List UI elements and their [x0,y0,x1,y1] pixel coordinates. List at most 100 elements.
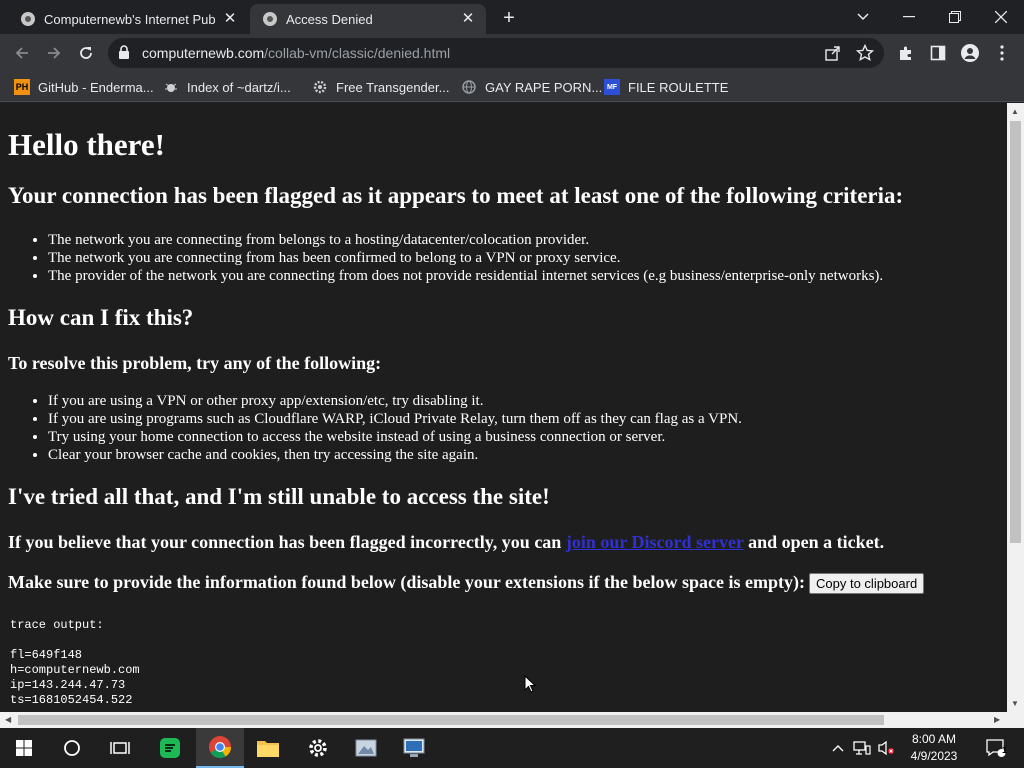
tab-computernewb[interactable]: Computernewb's Internet Pub ✕ [8,4,248,34]
bug-icon [163,79,179,95]
chrome-icon [209,736,231,758]
trace-line: fl=649f148 [10,648,83,662]
bookmark-star-icon[interactable] [856,44,874,62]
incorrect-after: and open a ticket. [743,532,885,552]
volume-button[interactable] [875,728,897,768]
lock-icon[interactable] [118,45,130,59]
gear-icon [312,79,328,95]
tab-strip: Computernewb's Internet Pub ✕ Access Den… [0,0,1024,34]
close-tab-icon[interactable]: ✕ [460,11,476,27]
taskbar-app-image-viewer[interactable] [342,728,390,768]
scroll-up-icon[interactable]: ▲ [1011,107,1019,116]
bookmark-label: FILE ROULETTE [628,79,729,95]
list-item: Clear your browser cache and cookies, th… [48,446,742,464]
incorrect-flag-text: If you believe that your connection has … [8,532,884,553]
info-label: Make sure to provide the information fou… [8,572,806,592]
bookmark-file-roulette[interactable]: MF FILE ROULETTE [604,77,728,97]
settings-gear-icon [309,739,327,757]
clock[interactable]: 8:00 AM 4/9/2023 [898,731,970,765]
task-view-button[interactable] [96,728,144,768]
taskbar-app-notes[interactable] [146,728,194,768]
bookmark-index-dartz[interactable]: Index of ~dartz/i... [163,77,291,97]
page-title: Hello there! [8,127,165,162]
tab-search-icon[interactable] [840,0,886,34]
clock-time: 8:00 AM [911,732,957,746]
address-bar[interactable]: computernewb.com/collab-vm/classic/denie… [108,38,884,68]
list-item: If you are using a VPN or other proxy ap… [48,392,742,410]
share-icon[interactable] [824,44,842,62]
scroll-left-icon[interactable]: ◀ [5,715,11,724]
windows-taskbar: 8:00 AM 4/9/2023 1 [0,728,1024,768]
horizontal-scroll-thumb[interactable] [18,715,884,725]
info-text: Make sure to provide the information fou… [8,572,925,595]
computernewb-favicon-icon [21,12,35,26]
bookmark-github[interactable]: PH GitHub - Enderma... [14,77,154,97]
fixes-list: If you are using a VPN or other proxy ap… [48,392,742,464]
back-button[interactable] [8,39,36,67]
tab-title: Access Denied [286,11,373,27]
action-center-button[interactable]: 1 [976,728,1016,768]
scroll-down-icon[interactable]: ▼ [1011,699,1019,708]
close-window-button[interactable] [978,0,1024,34]
restore-button[interactable] [932,0,978,34]
volume-muted-icon [878,740,894,756]
search-button[interactable] [48,728,96,768]
chrome-menu-icon[interactable] [992,43,1012,63]
network-icon [853,741,871,755]
tab-access-denied[interactable]: Access Denied ✕ [250,4,486,34]
url-host: computernewb.com [142,45,265,61]
taskbar-app-settings[interactable] [294,728,342,768]
green-app-icon [160,738,180,758]
list-item: The network you are connecting from has … [48,249,883,267]
extensions-icon[interactable] [896,43,916,63]
task-view-icon [110,742,130,754]
start-button[interactable] [0,728,48,768]
trace-line: ip=143.244.47.73 [10,678,126,692]
list-item: The provider of the network you are conn… [48,267,883,285]
copy-to-clipboard-button[interactable]: Copy to clipboard [809,573,925,595]
scroll-right-icon[interactable]: ▶ [994,715,1000,724]
mf-icon: MF [604,79,620,95]
clock-date: 4/9/2023 [910,749,958,763]
tried-heading: I've tried all that, and I'm still unabl… [8,484,550,509]
bookmark-label: GitHub - Enderma... [38,79,154,95]
side-panel-icon[interactable] [928,43,948,63]
browser-toolbar: computernewb.com/collab-vm/classic/denie… [0,34,1024,72]
vertical-scrollbar[interactable]: ▲ ▼ [1007,103,1024,712]
minimize-button[interactable] [886,0,932,34]
discord-link[interactable]: join our Discord server [566,532,744,552]
horizontal-scrollbar[interactable]: ◀ ▶ [0,712,1024,728]
image-viewer-icon [355,739,377,757]
new-tab-button[interactable]: + [498,7,520,29]
tab-title: Computernewb's Internet Pub [44,11,216,27]
remote-desktop-icon [403,738,425,757]
trace-output: trace output: fl=649f148 h=computernewb.… [10,618,140,708]
bookmark-label: GAY RAPE PORN... [485,79,603,95]
reload-button[interactable] [72,39,100,67]
mouse-cursor-icon [524,675,536,693]
bookmark-label: Index of ~dartz/i... [187,79,291,95]
taskbar-app-chrome[interactable] [196,728,244,768]
url-path: /collab-vm/classic/denied.html [264,45,451,61]
chevron-up-icon [832,745,844,752]
profile-avatar-icon[interactable] [960,43,980,63]
bookmark-gay-rape-porn[interactable]: GAY RAPE PORN... [461,77,602,97]
list-item: Try using your home connection to access… [48,428,742,446]
url-text[interactable]: computernewb.com/collab-vm/classic/denie… [142,45,450,61]
list-item: The network you are connecting from belo… [48,231,883,249]
fix-heading: How can I fix this? [8,305,194,330]
list-item: If you are using programs such as Cloudf… [48,410,742,428]
incorrect-before: If you believe that your connection has … [8,532,566,552]
network-button[interactable] [851,728,873,768]
show-hidden-icons-button[interactable] [828,728,848,768]
flagged-heading: Your connection has been flagged as it a… [8,183,904,208]
taskbar-app-file-explorer[interactable] [244,728,292,768]
vertical-scroll-thumb[interactable] [1010,121,1021,543]
close-tab-icon[interactable]: ✕ [222,11,238,27]
taskbar-app-remote-desktop[interactable] [390,728,438,768]
computernewb-favicon-icon [263,12,277,26]
page-content: Hello there! Your connection has been fl… [0,103,1007,712]
bookmarks-bar: PH GitHub - Enderma... Index of ~dartz/i… [0,72,1024,102]
bookmark-free-transgender[interactable]: Free Transgender... [312,77,449,97]
forward-button[interactable] [40,39,68,67]
